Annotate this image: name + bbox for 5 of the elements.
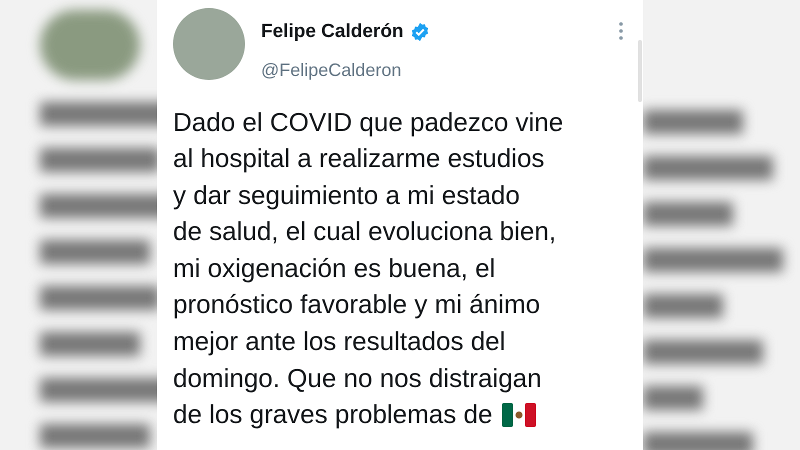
tweet-text: Dado el COVID que padezco vine al hospital a realizarme estudios y dar seguimiento a mi estado de salud, el cual evoluciona bien, mi oxigenación es buena, el pronóstico favorable y mi ánimo mejor ante los resultados del domingo. Que no nos distraigan de los graves problemas de xyxy=(173,106,564,432)
user-handle: @FelipeCalderon xyxy=(261,58,402,82)
author-name: Felipe Calderón xyxy=(261,20,404,44)
mexico-flag-icon xyxy=(502,402,536,427)
more-options-icon[interactable] xyxy=(619,22,623,40)
